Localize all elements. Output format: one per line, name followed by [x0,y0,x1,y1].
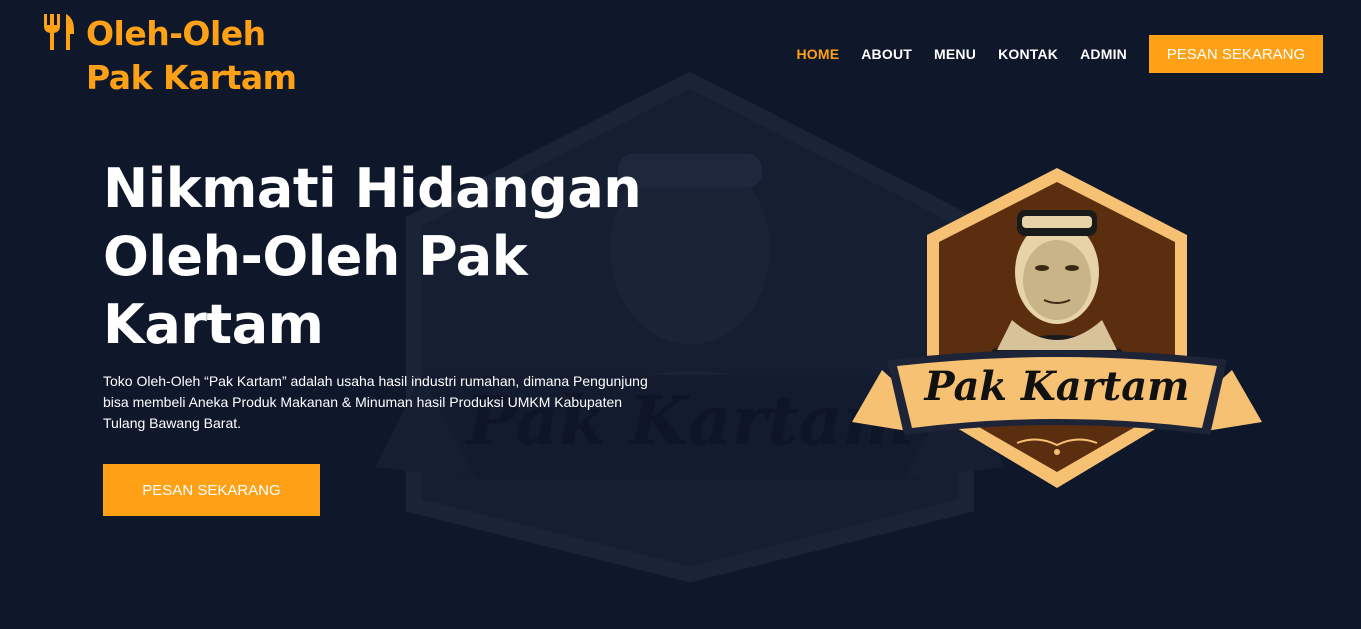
nav-about[interactable]: ABOUT [861,46,912,62]
logo-banner-text: Pak Kartam [923,363,1189,410]
nav-kontak[interactable]: KONTAK [998,46,1058,62]
hero-section: Nikmati Hidangan Oleh-Oleh Pak Kartam To… [103,155,683,516]
nav-menu[interactable]: MENU [934,46,976,62]
hero-title: Nikmati Hidangan Oleh-Oleh Pak Kartam [103,157,642,356]
hero-order-button[interactable]: PESAN SEKARANG [103,464,320,516]
main-nav: HOME ABOUT MENU KONTAK ADMIN PESAN SEKAR… [774,35,1323,73]
brand-line-2: Pak Kartam [86,58,297,97]
nav-home[interactable]: HOME [796,46,839,62]
nav-admin[interactable]: ADMIN [1080,46,1127,62]
brand-name: Oleh-Oleh Pak Kartam [86,12,297,100]
brand-logo[interactable]: Oleh-Oleh Pak Kartam [42,12,297,100]
brand-line-1: Oleh-Oleh [86,14,266,53]
pak-kartam-logo: Pak Kartam [852,168,1262,488]
nav-order-button[interactable]: PESAN SEKARANG [1149,35,1323,73]
utensils-icon [44,14,74,50]
hero-description: Toko Oleh-Oleh “Pak Kartam” adalah usaha… [103,373,648,431]
site-header: Oleh-Oleh Pak Kartam HOME ABOUT MENU KON… [0,0,1361,110]
